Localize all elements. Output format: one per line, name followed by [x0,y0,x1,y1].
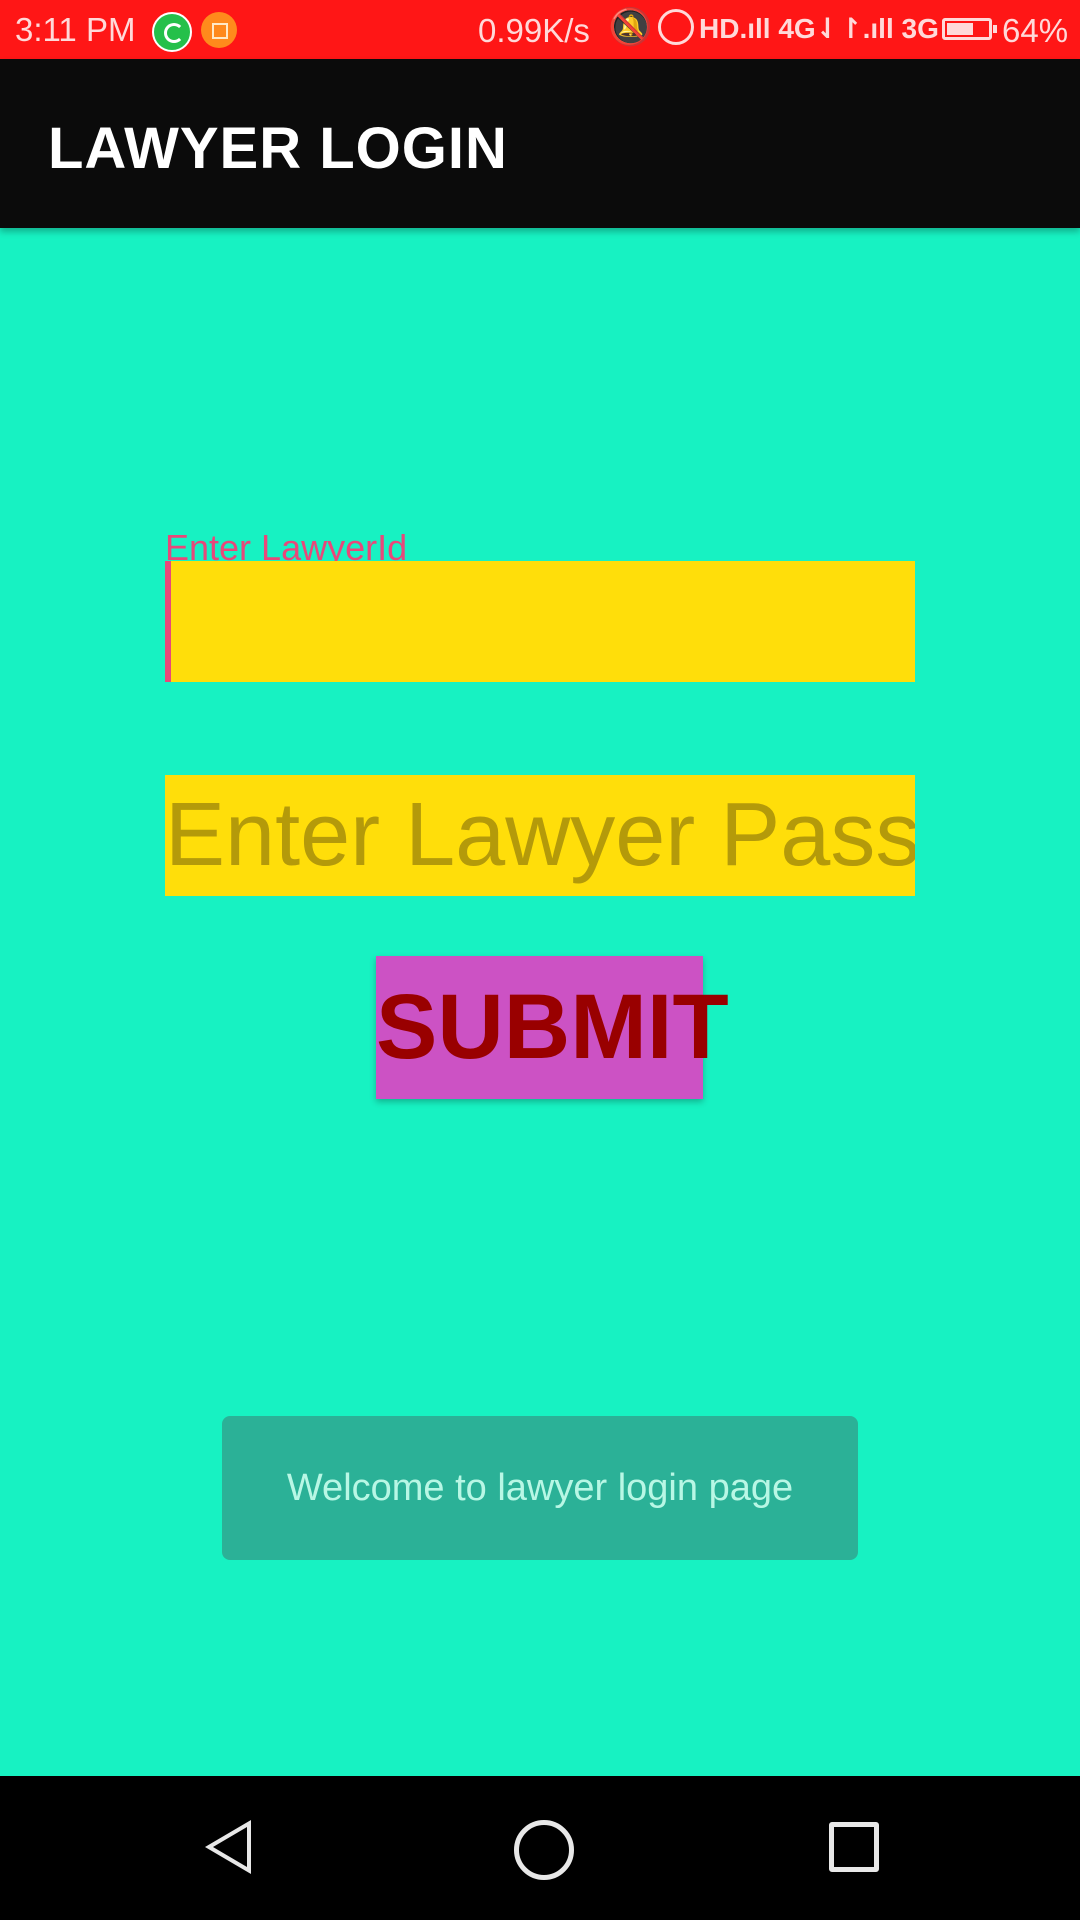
page-title: LAWYER LOGIN [48,116,508,181]
status-bar: 3:11 PM 0.99K/s 🔕 HD.ıll 4G⇃↾.ıll 3G 64% [0,0,1080,59]
navigation-bar [0,1776,1080,1920]
submit-button[interactable]: SUBMIT [376,956,729,1099]
signal-icon: HD.ıll 4G⇃↾.ıll 3G [699,13,939,44]
lawyer-password-input[interactable] [165,775,915,896]
lawyer-id-input[interactable] [165,561,915,682]
alarm-icon [658,9,694,45]
network-speed: 0.99K/s [478,12,590,49]
recents-icon[interactable] [829,1822,879,1872]
battery-icon [942,18,997,40]
status-time: 3:11 PM [15,11,136,48]
toast-text: Welcome to lawyer login page [286,1466,794,1509]
mute-icon: 🔕 [608,6,653,47]
whatsapp-icon [152,12,192,52]
toast-message: Welcome to lawyer login page [222,1416,858,1560]
back-icon[interactable] [205,1820,251,1874]
home-icon[interactable] [514,1820,574,1880]
app-notification-icon [201,12,237,48]
app-bar: LAWYER LOGIN [0,59,1080,228]
battery-percent: 64% [1002,12,1069,49]
